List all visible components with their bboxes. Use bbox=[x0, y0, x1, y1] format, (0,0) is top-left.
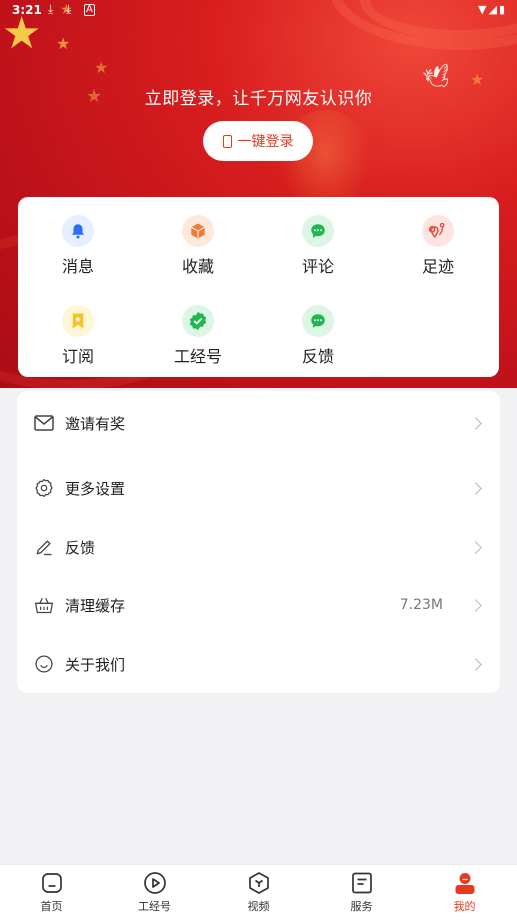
quick-action-label: 订阅 bbox=[61, 347, 94, 366]
tab-label: 首页 bbox=[40, 900, 63, 913]
download-icon: ⤓ bbox=[48, 2, 54, 16]
badge-check-icon bbox=[182, 305, 214, 337]
tab-gongjinghao[interactable]: 工经号 bbox=[103, 865, 206, 920]
gear-icon bbox=[34, 478, 54, 498]
star-icon: ★ bbox=[94, 58, 109, 77]
menu-item-label: 清理缓存 bbox=[65, 596, 126, 615]
menu-item-about[interactable]: 关于我们 bbox=[17, 639, 500, 689]
quick-action-comments[interactable]: 评论 bbox=[263, 215, 373, 285]
battery-icon: ▮ bbox=[498, 3, 507, 16]
menu-item-settings[interactable]: 更多设置 bbox=[17, 463, 500, 513]
chevron-right-icon bbox=[469, 657, 482, 671]
menu-item-label: 邀请有奖 bbox=[65, 414, 126, 433]
mail-icon bbox=[34, 413, 54, 433]
tab-label: 我的 bbox=[453, 900, 476, 913]
quick-action-label: 收藏 bbox=[181, 257, 214, 276]
menu-item-feedback[interactable]: 反馈 bbox=[17, 522, 500, 572]
login-prompt: 立即登录，让千万网友认识你 bbox=[144, 89, 373, 109]
comment-icon bbox=[302, 215, 334, 247]
chevron-right-icon bbox=[469, 416, 482, 430]
status-time: 3:21 bbox=[12, 3, 42, 17]
quick-action-subscriptions[interactable]: 订阅 bbox=[23, 305, 133, 375]
quick-action-label: 评论 bbox=[301, 257, 334, 276]
bottom-tab-bar: 首页 工经号 视频 服务 我的 bbox=[0, 864, 517, 920]
notification-icon: A bbox=[84, 4, 95, 16]
tab-home[interactable]: 首页 bbox=[0, 865, 103, 920]
tab-label: 工经号 bbox=[138, 900, 171, 913]
bookmark-icon bbox=[62, 305, 94, 337]
menu-item-label: 更多设置 bbox=[65, 479, 126, 498]
quick-action-messages[interactable]: 消息 bbox=[23, 215, 133, 285]
menu-item-clear-cache[interactable]: 清理缓存 7.23M bbox=[17, 580, 500, 630]
tab-video[interactable]: 视频 bbox=[207, 865, 310, 920]
quick-action-label: 工经号 bbox=[173, 347, 222, 366]
tab-mine[interactable]: 我的 bbox=[413, 865, 516, 920]
status-bar: 3:21 ⤓ ⤓ A ▼◢▮ bbox=[0, 0, 517, 22]
star-icon: ★ bbox=[56, 34, 71, 53]
pen-icon bbox=[34, 537, 54, 557]
chevron-right-icon bbox=[469, 540, 482, 554]
basket-icon bbox=[34, 595, 54, 615]
chevron-right-icon bbox=[469, 481, 482, 495]
bell-icon bbox=[62, 215, 94, 247]
system-icons: ▼◢▮ bbox=[478, 3, 507, 16]
signal-icon: ◢ bbox=[488, 3, 499, 16]
wifi-icon: ▼ bbox=[478, 3, 489, 16]
settings-menu: 邀请有奖 更多设置 反馈 清理缓存 7.23M 关于我们 bbox=[17, 391, 500, 693]
menu-item-label: 关于我们 bbox=[65, 655, 126, 674]
home-icon bbox=[40, 871, 64, 895]
user-icon bbox=[453, 871, 477, 895]
login-button-label: 一键登录 bbox=[237, 134, 294, 150]
tab-label: 服务 bbox=[350, 900, 373, 913]
menu-item-label: 反馈 bbox=[65, 538, 96, 557]
quick-action-footprints[interactable]: 足迹 bbox=[383, 215, 493, 285]
document-icon bbox=[350, 871, 374, 895]
phone-icon bbox=[222, 134, 232, 148]
tab-label: 视频 bbox=[247, 900, 270, 913]
quick-action-label: 反馈 bbox=[301, 347, 334, 366]
quick-action-feedback[interactable]: 反馈 bbox=[263, 305, 373, 375]
feedback-icon bbox=[302, 305, 334, 337]
chevron-right-icon bbox=[469, 598, 482, 612]
quick-action-label: 足迹 bbox=[421, 257, 454, 276]
footprint-icon bbox=[422, 215, 454, 247]
play-circle-icon bbox=[143, 871, 167, 895]
tab-service[interactable]: 服务 bbox=[310, 865, 413, 920]
hexagon-icon bbox=[247, 871, 271, 895]
quick-action-gongjinghao[interactable]: 工经号 bbox=[143, 305, 253, 375]
quick-action-label: 消息 bbox=[61, 257, 94, 276]
quick-actions-card: 消息 收藏 评论 足迹 订阅 工经号 反馈 bbox=[18, 197, 499, 377]
box-icon bbox=[182, 215, 214, 247]
one-click-login-button[interactable]: 一键登录 bbox=[203, 121, 313, 161]
quick-action-favorites[interactable]: 收藏 bbox=[143, 215, 253, 285]
smile-icon bbox=[34, 654, 54, 674]
cache-size-value: 7.23M bbox=[399, 597, 443, 613]
menu-item-invite[interactable]: 邀请有奖 bbox=[17, 398, 500, 448]
download-icon: ⤓ bbox=[66, 2, 72, 16]
